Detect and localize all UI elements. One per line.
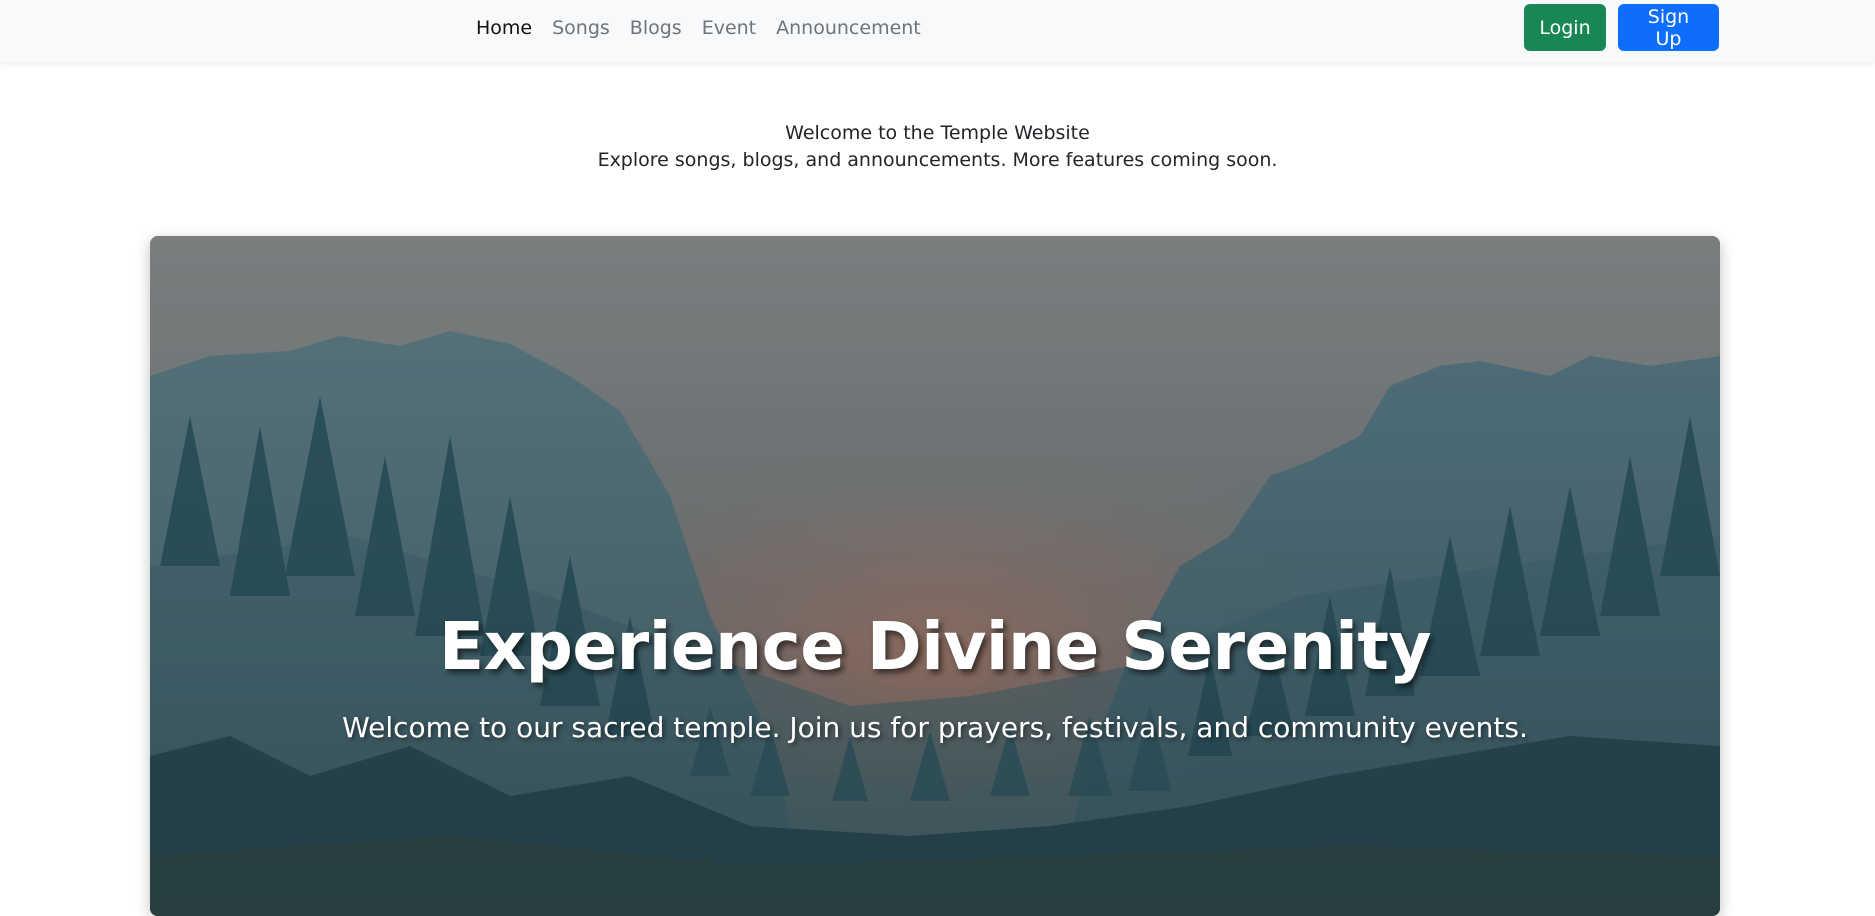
intro-subtitle: Explore songs, blogs, and announcements.… xyxy=(597,149,1278,171)
nav-link-announcement[interactable]: Announcement xyxy=(776,17,921,39)
nav-links: Home Songs Blogs Event Announcement xyxy=(476,0,921,56)
hero-subtitle: Welcome to our sacred temple. Join us fo… xyxy=(342,711,1528,744)
intro-title: Welcome to the Temple Website xyxy=(785,122,1090,144)
navbar: Home Songs Blogs Event Announcement Logi… xyxy=(0,0,1875,62)
intro-section: Welcome to the Temple Website Explore so… xyxy=(0,120,1875,174)
hero-banner: Experience Divine Serenity Welcome to ou… xyxy=(150,236,1720,916)
nav-link-event[interactable]: Event xyxy=(702,17,756,39)
nav-link-home[interactable]: Home xyxy=(476,17,532,39)
nav-link-songs[interactable]: Songs xyxy=(552,17,610,39)
login-button[interactable]: Login xyxy=(1524,4,1606,51)
hero-title: Experience Divine Serenity xyxy=(438,608,1432,685)
nav-link-blogs[interactable]: Blogs xyxy=(630,17,682,39)
signup-button[interactable]: Sign Up xyxy=(1618,4,1719,51)
auth-buttons: Login Sign Up xyxy=(1524,4,1719,51)
hero-overlay xyxy=(150,236,1720,916)
